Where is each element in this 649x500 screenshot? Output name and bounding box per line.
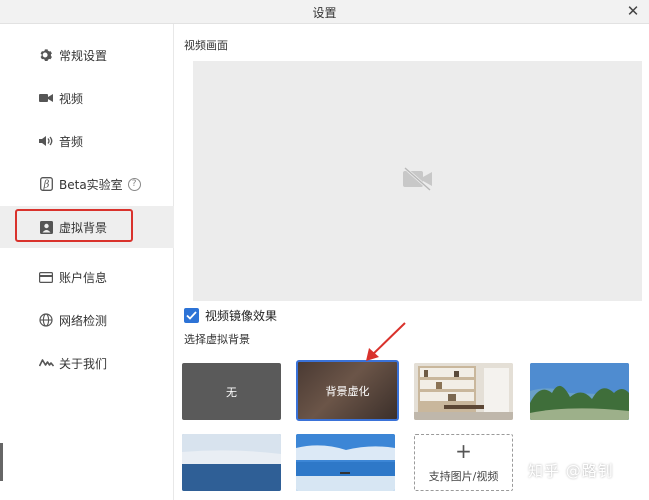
- window-title: 设置: [312, 6, 337, 20]
- logo-icon: [37, 354, 55, 372]
- sidebar-item-network-test[interactable]: 网络检测: [0, 300, 174, 340]
- person-portrait-icon: [37, 218, 55, 236]
- sidebar-item-video[interactable]: 视频: [0, 78, 174, 118]
- background-option-bookshelf[interactable]: [414, 363, 513, 420]
- speaker-icon: [37, 132, 55, 150]
- help-icon[interactable]: ?: [127, 177, 141, 191]
- add-background-button[interactable]: + 支持图片/视频: [414, 434, 513, 491]
- add-background-label: 支持图片/视频: [428, 470, 499, 483]
- preview-title: 视频画面: [184, 39, 228, 52]
- background-option-mountains[interactable]: [530, 363, 629, 420]
- window-edge-mark: [0, 443, 3, 481]
- sidebar-item-beta-lab[interactable]: β Beta实验室 ?: [0, 164, 174, 204]
- watermark: 知乎 @路钊: [528, 462, 614, 480]
- plus-icon: +: [455, 439, 472, 463]
- main-content: 视频画面 视频镜像效果 选择虚拟背景 无 背景虚化 + 支持图片/视频: [174, 24, 649, 500]
- close-icon[interactable]: ✕: [623, 1, 643, 21]
- backgrounds-title: 选择虚拟背景: [184, 333, 250, 346]
- sidebar-item-general[interactable]: 常规设置: [0, 35, 174, 75]
- tile-label: 无: [226, 385, 237, 399]
- gear-icon: [37, 46, 55, 64]
- id-card-icon: [37, 268, 55, 286]
- sidebar-item-label: 常规设置: [59, 48, 108, 63]
- sidebar-item-audio[interactable]: 音频: [0, 121, 174, 161]
- mirror-option[interactable]: 视频镜像效果: [184, 307, 277, 324]
- sidebar-item-label: 音频: [59, 134, 84, 149]
- background-option-none[interactable]: 无: [182, 363, 281, 420]
- beta-icon: β: [37, 175, 55, 193]
- background-option-sea-sky[interactable]: [182, 434, 281, 491]
- background-option-beach[interactable]: [296, 434, 395, 491]
- globe-icon: [37, 311, 55, 329]
- sidebar-item-label: 账户信息: [59, 270, 108, 285]
- sidebar-item-account[interactable]: 账户信息: [0, 257, 174, 297]
- mirror-label: 视频镜像效果: [205, 309, 278, 323]
- sidebar: 常规设置 视频 音频 β Beta实验室 ? 虚拟背景 账户信息 网络检测 关于…: [0, 24, 174, 500]
- sidebar-item-virtual-background[interactable]: 虚拟背景: [0, 206, 174, 248]
- svg-text:β: β: [42, 180, 49, 191]
- sidebar-item-about[interactable]: 关于我们: [0, 343, 174, 383]
- sidebar-item-label: 关于我们: [59, 356, 108, 371]
- tile-label: 背景虚化: [325, 384, 370, 398]
- sidebar-item-label: 网络检测: [59, 313, 108, 328]
- mirror-checkbox[interactable]: [184, 308, 199, 323]
- video-preview: [193, 61, 642, 301]
- title-bar: 设置 ✕: [0, 0, 649, 24]
- sidebar-item-label: 虚拟背景: [59, 220, 108, 235]
- sidebar-item-label: 视频: [59, 91, 84, 106]
- sidebar-item-label: Beta实验室: [59, 177, 123, 192]
- camera-off-icon: [402, 166, 434, 195]
- video-camera-icon: [37, 89, 55, 107]
- background-option-blur[interactable]: 背景虚化: [296, 360, 399, 421]
